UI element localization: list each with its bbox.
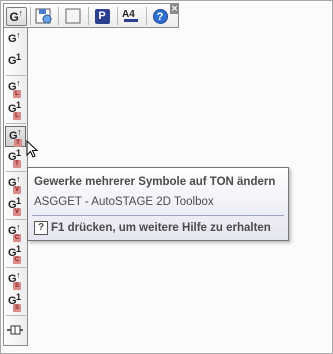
tool-button-g-arrow-s[interactable]: G ↑ S — [5, 270, 26, 291]
toolbar-separator — [146, 7, 147, 25]
blank-page-button[interactable] — [62, 6, 84, 26]
help-key-icon: ? — [34, 221, 48, 235]
tooltip: Gewerke mehrerer Symbole auf TON ändern … — [27, 167, 289, 241]
tool-button-g-arrow[interactable]: G ↑ — [5, 30, 26, 51]
top-toolbar: G ↑ P A4 ? — [3, 3, 179, 28]
toolbar-separator — [6, 267, 26, 268]
toolbar-separator — [6, 315, 26, 316]
tool-button-g-1-c[interactable]: G1C — [5, 244, 26, 265]
help-icon: ? — [152, 8, 168, 24]
toolbar-separator — [30, 7, 31, 25]
toolbar-separator — [6, 75, 26, 76]
a4-icon: A4 — [121, 8, 141, 25]
save-icon — [35, 8, 52, 24]
g-arrow-icon: G ↑ — [5, 6, 27, 26]
toolbar-separator — [6, 171, 26, 172]
tooltip-divider — [32, 215, 284, 216]
tool-button-g-1[interactable]: G1 — [5, 52, 26, 73]
tool-button-g-1-t[interactable]: G1T — [5, 148, 26, 169]
vertical-toolbar: G ↑ G1 G ↑ L G1L G ↑ T G1T G ↑ V G1V G ↑ C G1C G ↑… — [3, 28, 28, 346]
tooltip-title: Gewerke mehrerer Symbole auf TON ändern — [34, 176, 276, 188]
tool-button-g-1-l[interactable]: G1L — [5, 100, 26, 121]
tooltip-subtitle: ASGGET - AutoSTAGE 2D Toolbox — [34, 196, 214, 208]
close-icon[interactable]: × — [170, 4, 179, 14]
a4-button[interactable]: A4 — [120, 6, 142, 26]
tooltip-help: ? F1 drücken, um weitere Hilfe zu erhalt… — [34, 221, 271, 235]
p-button[interactable]: P — [91, 6, 113, 26]
tool-button-g-arrow-v[interactable]: G ↑ V — [5, 174, 26, 195]
tooltip-help-text: F1 drücken, um weitere Hilfe zu erhalten — [51, 222, 271, 234]
tool-button-g-arrow-l[interactable]: G ↑ L — [5, 78, 26, 99]
toolbar-separator — [6, 123, 26, 124]
tool-button-g-1-s[interactable]: G1S — [5, 292, 26, 313]
help-button[interactable]: ? — [149, 6, 171, 26]
toolbar-separator — [117, 7, 118, 25]
toolbar-separator — [58, 7, 59, 25]
p-icon: P — [94, 8, 110, 24]
tool-button-g-arrow-t[interactable]: G ↑ T — [5, 126, 26, 147]
tool-button-g-1-v[interactable]: G1V — [5, 196, 26, 217]
toolbar-separator — [6, 219, 26, 220]
save-button[interactable] — [33, 6, 55, 26]
tool-button-g-arrow-c[interactable]: G ↑ C — [5, 222, 26, 243]
toolbar-separator — [88, 7, 89, 25]
dock-toggle-button[interactable] — [5, 320, 26, 341]
g-arrow-button[interactable]: G ↑ — [5, 6, 27, 26]
dock-icon — [7, 325, 23, 335]
mouse-cursor-icon — [26, 140, 39, 158]
blank-page-icon — [65, 8, 81, 24]
